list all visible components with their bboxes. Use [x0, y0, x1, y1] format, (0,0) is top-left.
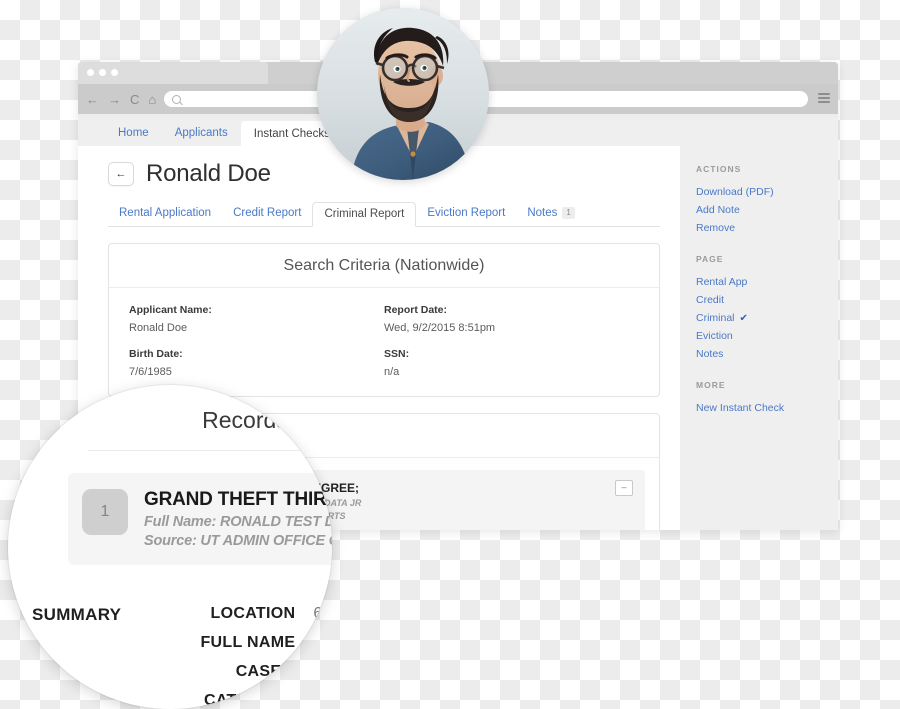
sidebar-section-page-title: PAGE [696, 254, 724, 264]
sidebar: ACTIONS Download (PDF) Add Note Remove P… [680, 146, 838, 530]
summary-row: CASE # [145, 663, 332, 681]
summary-key: FULL NAME [200, 634, 296, 651]
search-criteria-body: Applicant Name: Ronald Doe Report Date: … [109, 288, 659, 396]
nav-item-applicants[interactable]: Applicants [162, 127, 241, 146]
field-value: n/a [384, 366, 400, 378]
browser-nav-icons: ← → C ⌂ [86, 93, 156, 106]
summary-value: 654 [313, 605, 332, 622]
search-criteria-panel: Search Criteria (Nationwide) Applicant N… [108, 243, 660, 397]
menu-icon[interactable] [818, 93, 830, 105]
reload-icon[interactable]: C [130, 93, 139, 106]
record-source: Source: UT ADMIN OFFICE OF COURTS [144, 533, 332, 549]
summary-row: LOCATION 654 [145, 605, 332, 623]
avatar [317, 8, 489, 180]
summary-block: SUMMARY LOCATION 654 FULL NAME RO CASE #… [32, 605, 332, 709]
sidebar-item-notes[interactable]: Notes [696, 345, 838, 363]
summary-row: FULL NAME RO [145, 634, 332, 652]
tab-notes[interactable]: Notes 1 [516, 207, 586, 226]
sidebar-section-more-title: MORE [696, 380, 726, 390]
sidebar-item-add-note[interactable]: Add Note [696, 201, 838, 219]
maximize-window-dot[interactable] [111, 69, 118, 76]
field-value: Wed, 9/2/2015 8:51pm [384, 322, 496, 334]
sidebar-item-credit[interactable]: Credit [696, 291, 838, 309]
sidebar-item-new-instant-check[interactable]: New Instant Check [696, 399, 838, 417]
summary-table: LOCATION 654 FULL NAME RO CASE # CATEGOR… [145, 605, 332, 709]
minimize-window-dot[interactable] [99, 69, 106, 76]
record-text: GRAND THEFT THIRD DEGREE; Full Name: RON… [144, 489, 332, 549]
criminal-records-heading-edge: Crimi [294, 407, 332, 433]
tab-label: Notes [527, 207, 558, 219]
search-criteria-grid: Applicant Name: Ronald Doe Report Date: … [129, 304, 639, 378]
field-birth-date: Birth Date: 7/6/1985 [129, 348, 384, 378]
tab-rental-application[interactable]: Rental Application [108, 207, 222, 226]
sidebar-item-remove[interactable]: Remove [696, 219, 838, 237]
tab-label: Rental Application [119, 207, 212, 219]
summary-key: CATEGORY [204, 692, 296, 709]
tab-label: Eviction Report [427, 207, 506, 219]
tab-label: Criminal Report [324, 208, 405, 220]
home-icon[interactable]: ⌂ [148, 93, 156, 106]
magnified-record-row[interactable]: 1 GRAND THEFT THIRD DEGREE; Full Name: R… [68, 473, 332, 565]
field-label: Report Date: [384, 304, 448, 316]
tab-label: Credit Report [233, 207, 302, 219]
field-label: Applicant Name: [129, 304, 212, 316]
window-controls[interactable] [87, 69, 118, 76]
record-number: 1 [82, 489, 128, 535]
arrow-left-icon[interactable]: ← [86, 93, 99, 106]
summary-key: CASE # [235, 663, 296, 680]
nav-item-home[interactable]: Home [105, 127, 162, 146]
tab-credit-report[interactable]: Credit Report [222, 207, 312, 226]
sidebar-item-label: Criminal [696, 312, 735, 324]
magnifier-content: Records Found (2) Crimi 1 GRAND THEFT TH… [8, 385, 332, 709]
field-label: Birth Date: [129, 348, 183, 360]
report-tabs: Rental Application Credit Report Crimina… [108, 200, 660, 227]
sidebar-section-actions-title: ACTIONS [696, 164, 742, 174]
search-criteria-heading: Search Criteria (Nationwide) [109, 244, 659, 288]
summary-label: SUMMARY [32, 605, 122, 624]
magnifier-zoom-view: Records Found (2) Crimi 1 GRAND THEFT TH… [8, 385, 332, 709]
sidebar-item-criminal[interactable]: Criminal ✔ [696, 309, 838, 327]
record-title: GRAND THEFT THIRD DEGREE; [144, 489, 332, 510]
record-full-name: Full Name: RONALD TEST DUMMYDATA [144, 514, 332, 530]
summary-value: RO [313, 634, 332, 651]
sidebar-item-rental-app[interactable]: Rental App [696, 273, 838, 291]
field-value: Ronald Doe [129, 322, 188, 334]
close-window-dot[interactable] [87, 69, 94, 76]
field-ssn: SSN: n/a [384, 348, 639, 378]
back-button[interactable]: ← [108, 162, 134, 186]
arrow-right-icon[interactable]: → [108, 93, 121, 106]
summary-key: LOCATION [210, 605, 296, 622]
sidebar-item-download-pdf[interactable]: Download (PDF) [696, 183, 838, 201]
collapse-record-button[interactable]: – [615, 480, 633, 496]
tab-eviction-report[interactable]: Eviction Report [416, 207, 516, 226]
check-icon: ✔ [739, 312, 748, 324]
sidebar-item-eviction[interactable]: Eviction [696, 327, 838, 345]
applicant-photo-icon [317, 8, 489, 180]
summary-row: CATEGORY [145, 692, 332, 709]
field-applicant-name: Applicant Name: Ronald Doe [129, 304, 384, 334]
notes-badge: 1 [562, 207, 575, 219]
page-title: Ronald Doe [146, 160, 271, 187]
field-label: SSN: [384, 348, 410, 360]
field-report-date: Report Date: Wed, 9/2/2015 8:51pm [384, 304, 639, 334]
field-value: 7/6/1985 [129, 366, 172, 378]
search-icon [172, 94, 182, 104]
tab-criminal-report[interactable]: Criminal Report [312, 202, 417, 227]
